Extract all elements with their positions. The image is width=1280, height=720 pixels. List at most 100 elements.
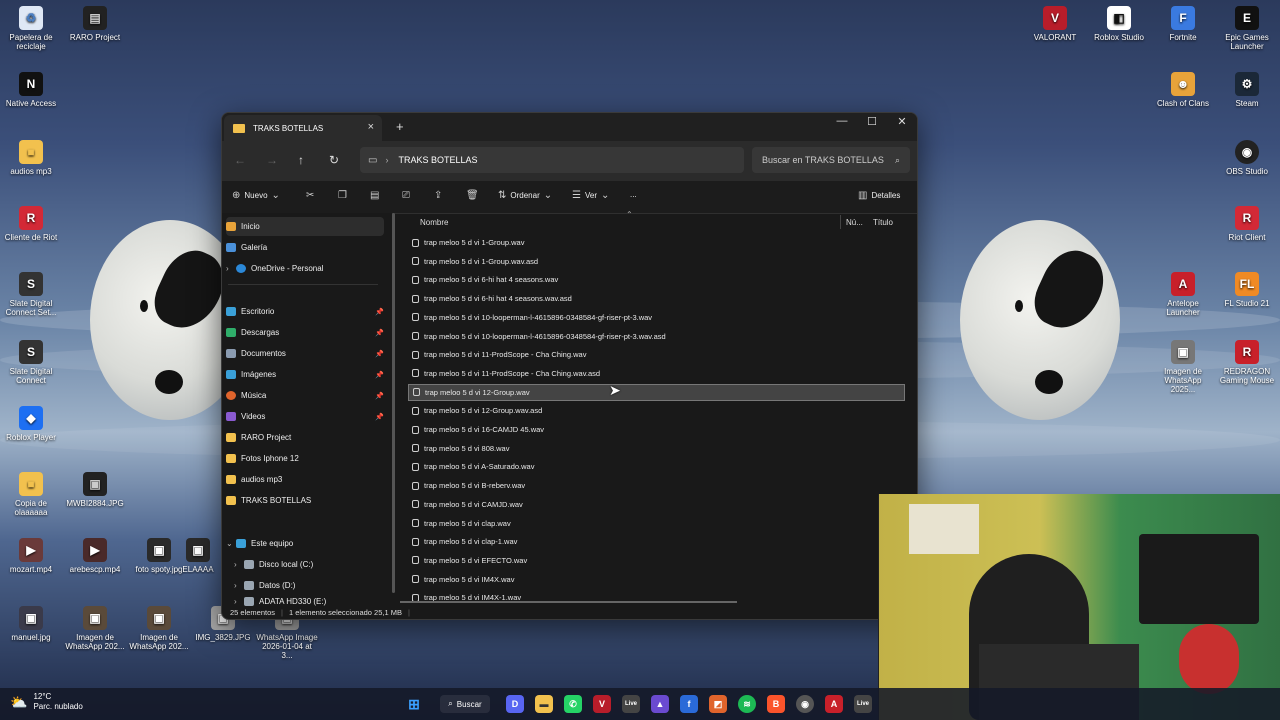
- app-icon[interactable]: ▲: [651, 695, 669, 713]
- column-number[interactable]: Nú...: [846, 218, 863, 227]
- desktop-icon[interactable]: ■ audios mp3: [0, 140, 62, 176]
- desktop-icon[interactable]: R Riot Client: [1216, 206, 1278, 242]
- column-name[interactable]: Nombre: [420, 218, 448, 227]
- file-row[interactable]: trap meloo 5 d vi 12-Group.wav.asd: [408, 402, 905, 419]
- desktop-icon[interactable]: ▤ RARO Project: [64, 6, 126, 42]
- nav-item-downloads[interactable]: Descargas 📌: [226, 323, 384, 342]
- nav-item-home[interactable]: Inicio: [226, 217, 384, 236]
- file-row[interactable]: trap meloo 5 d vi clap.wav: [408, 515, 905, 532]
- cut-icon[interactable]: ✂: [306, 190, 314, 201]
- desktop-icon[interactable]: ☻ Clash of Clans: [1152, 72, 1214, 108]
- nav-item-music[interactable]: Música 📌: [226, 386, 384, 405]
- file-row[interactable]: trap meloo 5 d vi 11-ProdScope - Cha Chi…: [408, 346, 905, 363]
- desktop-icon[interactable]: F Fortnite: [1152, 6, 1214, 42]
- file-row[interactable]: trap meloo 5 d vi IM4X.wav: [408, 571, 905, 588]
- spotify-icon[interactable]: ≋: [738, 695, 756, 713]
- nav-item-drive[interactable]: › Disco local (C:): [234, 555, 392, 574]
- more-options-icon[interactable]: ...: [630, 190, 637, 199]
- desktop-icon[interactable]: ▶ mozart.mp4: [0, 538, 62, 574]
- nav-item-folder[interactable]: TRAKS BOTELLAS: [226, 491, 384, 510]
- desktop-icon[interactable]: ▣ Imagen de WhatsApp 202...: [128, 606, 190, 651]
- weather-widget[interactable]: ⛅ 12°C Parc. nublado: [10, 692, 83, 712]
- file-row[interactable]: trap meloo 5 d vi EFECTO.wav: [408, 552, 905, 569]
- file-explorer-icon[interactable]: ▬: [535, 695, 553, 713]
- ableton-live-icon[interactable]: Live: [622, 695, 640, 713]
- share-icon[interactable]: ⇪: [434, 190, 442, 201]
- file-row[interactable]: trap meloo 5 d vi 808.wav: [408, 440, 905, 457]
- desktop-icon[interactable]: ▣ manuel.jpg: [0, 606, 62, 642]
- desktop-icon[interactable]: ◆ Roblox Player: [0, 406, 62, 442]
- brave-icon[interactable]: B: [767, 695, 785, 713]
- desktop-icon[interactable]: ▣ Imagen de WhatsApp 202...: [64, 606, 126, 651]
- view-button[interactable]: ☰ Ver ⌄: [572, 190, 609, 201]
- app-icon[interactable]: f: [680, 695, 698, 713]
- file-row[interactable]: trap meloo 5 d vi B-reberv.wav: [408, 477, 905, 494]
- maximize-icon[interactable]: ☐: [857, 115, 887, 128]
- desktop-icon[interactable]: ■ Copia de olaaaaaa: [0, 472, 62, 517]
- nav-item-desktop[interactable]: Escritorio 📌: [226, 302, 384, 321]
- discord-icon[interactable]: D: [506, 695, 524, 713]
- desktop-icon[interactable]: ♻ Papelera de reciclaje: [0, 6, 62, 51]
- office-icon[interactable]: ◩: [709, 695, 727, 713]
- details-button[interactable]: ▥ Detalles: [858, 190, 900, 201]
- column-title[interactable]: Título: [873, 218, 893, 227]
- up-icon[interactable]: ↑: [298, 153, 304, 167]
- file-row[interactable]: trap meloo 5 d vi 1-Group.wav: [408, 234, 905, 251]
- whatsapp-icon[interactable]: ✆: [564, 695, 582, 713]
- file-row[interactable]: trap meloo 5 d vi 12-Group.wav: [408, 383, 905, 401]
- taskbar-search[interactable]: ⌕ Buscar: [440, 695, 490, 713]
- file-row[interactable]: trap meloo 5 d vi 1-Group.wav.asd: [408, 253, 905, 270]
- nav-item-onedrive[interactable]: › OneDrive - Personal: [226, 259, 384, 278]
- desktop-icon[interactable]: E Epic Games Launcher: [1216, 6, 1278, 51]
- search-input[interactable]: Buscar en TRAKS BOTELLAS ⌕: [752, 147, 910, 173]
- refresh-icon[interactable]: ↻: [329, 153, 339, 167]
- desktop-icon[interactable]: S Slate Digital Connect Set...: [0, 272, 62, 317]
- paste-icon[interactable]: ▤: [370, 190, 379, 201]
- desktop-icon[interactable]: S Slate Digital Connect: [0, 340, 62, 385]
- forward-icon[interactable]: →: [266, 153, 278, 167]
- file-row[interactable]: trap meloo 5 d vi 11-ProdScope - Cha Chi…: [408, 365, 905, 382]
- file-row[interactable]: trap meloo 5 d vi 10-looperman-l-4615896…: [408, 328, 905, 345]
- file-row[interactable]: trap meloo 5 d vi IM4X-1.wav: [408, 589, 905, 606]
- back-icon[interactable]: ←: [234, 153, 246, 167]
- nav-item-gallery[interactable]: Galería: [226, 238, 384, 257]
- rename-icon[interactable]: ⎚: [402, 190, 410, 201]
- desktop-icon[interactable]: ▣ MWBI2884.JPG: [64, 472, 126, 508]
- desktop-icon[interactable]: R REDRAGON Gaming Mouse: [1216, 340, 1278, 385]
- obs-icon[interactable]: ◉: [796, 695, 814, 713]
- start-icon[interactable]: ⊞: [405, 695, 423, 713]
- address-field[interactable]: ▭ › TRAKS BOTELLAS: [360, 147, 744, 173]
- file-row[interactable]: trap meloo 5 d vi 10-looperman-l-4615896…: [408, 309, 905, 326]
- file-row[interactable]: trap meloo 5 d vi 16-CAMJD 45.wav: [408, 421, 905, 438]
- horizontal-scrollbar[interactable]: [400, 601, 737, 603]
- file-row[interactable]: trap meloo 5 d vi 6-hi hat 4 seasons.wav: [408, 271, 905, 288]
- new-tab-icon[interactable]: +: [396, 119, 404, 134]
- minimize-icon[interactable]: —: [827, 115, 857, 127]
- nav-item-videos[interactable]: Videos 📌: [226, 407, 384, 426]
- tab-traks-botellas[interactable]: TRAKS BOTELLAS ×: [224, 115, 382, 141]
- nav-item-folder[interactable]: RARO Project: [226, 428, 384, 447]
- desktop-icon[interactable]: ▣ Imagen de WhatsApp 2025...: [1152, 340, 1214, 394]
- antelope-icon[interactable]: A: [825, 695, 843, 713]
- nav-item-folder[interactable]: audios mp3: [226, 470, 384, 489]
- file-row[interactable]: trap meloo 5 d vi CAMJD.wav: [408, 496, 905, 513]
- nav-item-drive[interactable]: › Datos (D:): [234, 576, 392, 595]
- desktop-icon[interactable]: A Antelope Launcher: [1152, 272, 1214, 317]
- desktop-icon[interactable]: FL FL Studio 21: [1216, 272, 1278, 308]
- ableton-live-icon[interactable]: Live: [854, 695, 872, 713]
- valorant-icon[interactable]: V: [593, 695, 611, 713]
- desktop-icon[interactable]: ◧ Roblox Studio: [1088, 6, 1150, 42]
- desktop-icon[interactable]: V VALORANT: [1024, 6, 1086, 42]
- new-button[interactable]: ⊕ Nuevo ⌄: [232, 190, 280, 201]
- sort-button[interactable]: ⇅ Ordenar ⌄: [498, 190, 552, 201]
- close-window-icon[interactable]: ✕: [887, 115, 917, 128]
- file-row[interactable]: trap meloo 5 d vi 6-hi hat 4 seasons.wav…: [408, 290, 905, 307]
- desktop-icon[interactable]: R Cliente de Riot: [0, 206, 62, 242]
- file-row[interactable]: trap meloo 5 d vi A-Saturado.wav: [408, 458, 905, 475]
- nav-item-this-pc[interactable]: ⌄ Este equipo: [226, 534, 384, 553]
- nav-item-folder[interactable]: Fotos Iphone 12: [226, 449, 384, 468]
- nav-item-documents[interactable]: Documentos 📌: [226, 344, 384, 363]
- nav-item-pictures[interactable]: Imágenes 📌: [226, 365, 384, 384]
- desktop-icon[interactable]: ▶ arebescp.mp4: [64, 538, 126, 574]
- nav-scrollbar[interactable]: [392, 213, 395, 593]
